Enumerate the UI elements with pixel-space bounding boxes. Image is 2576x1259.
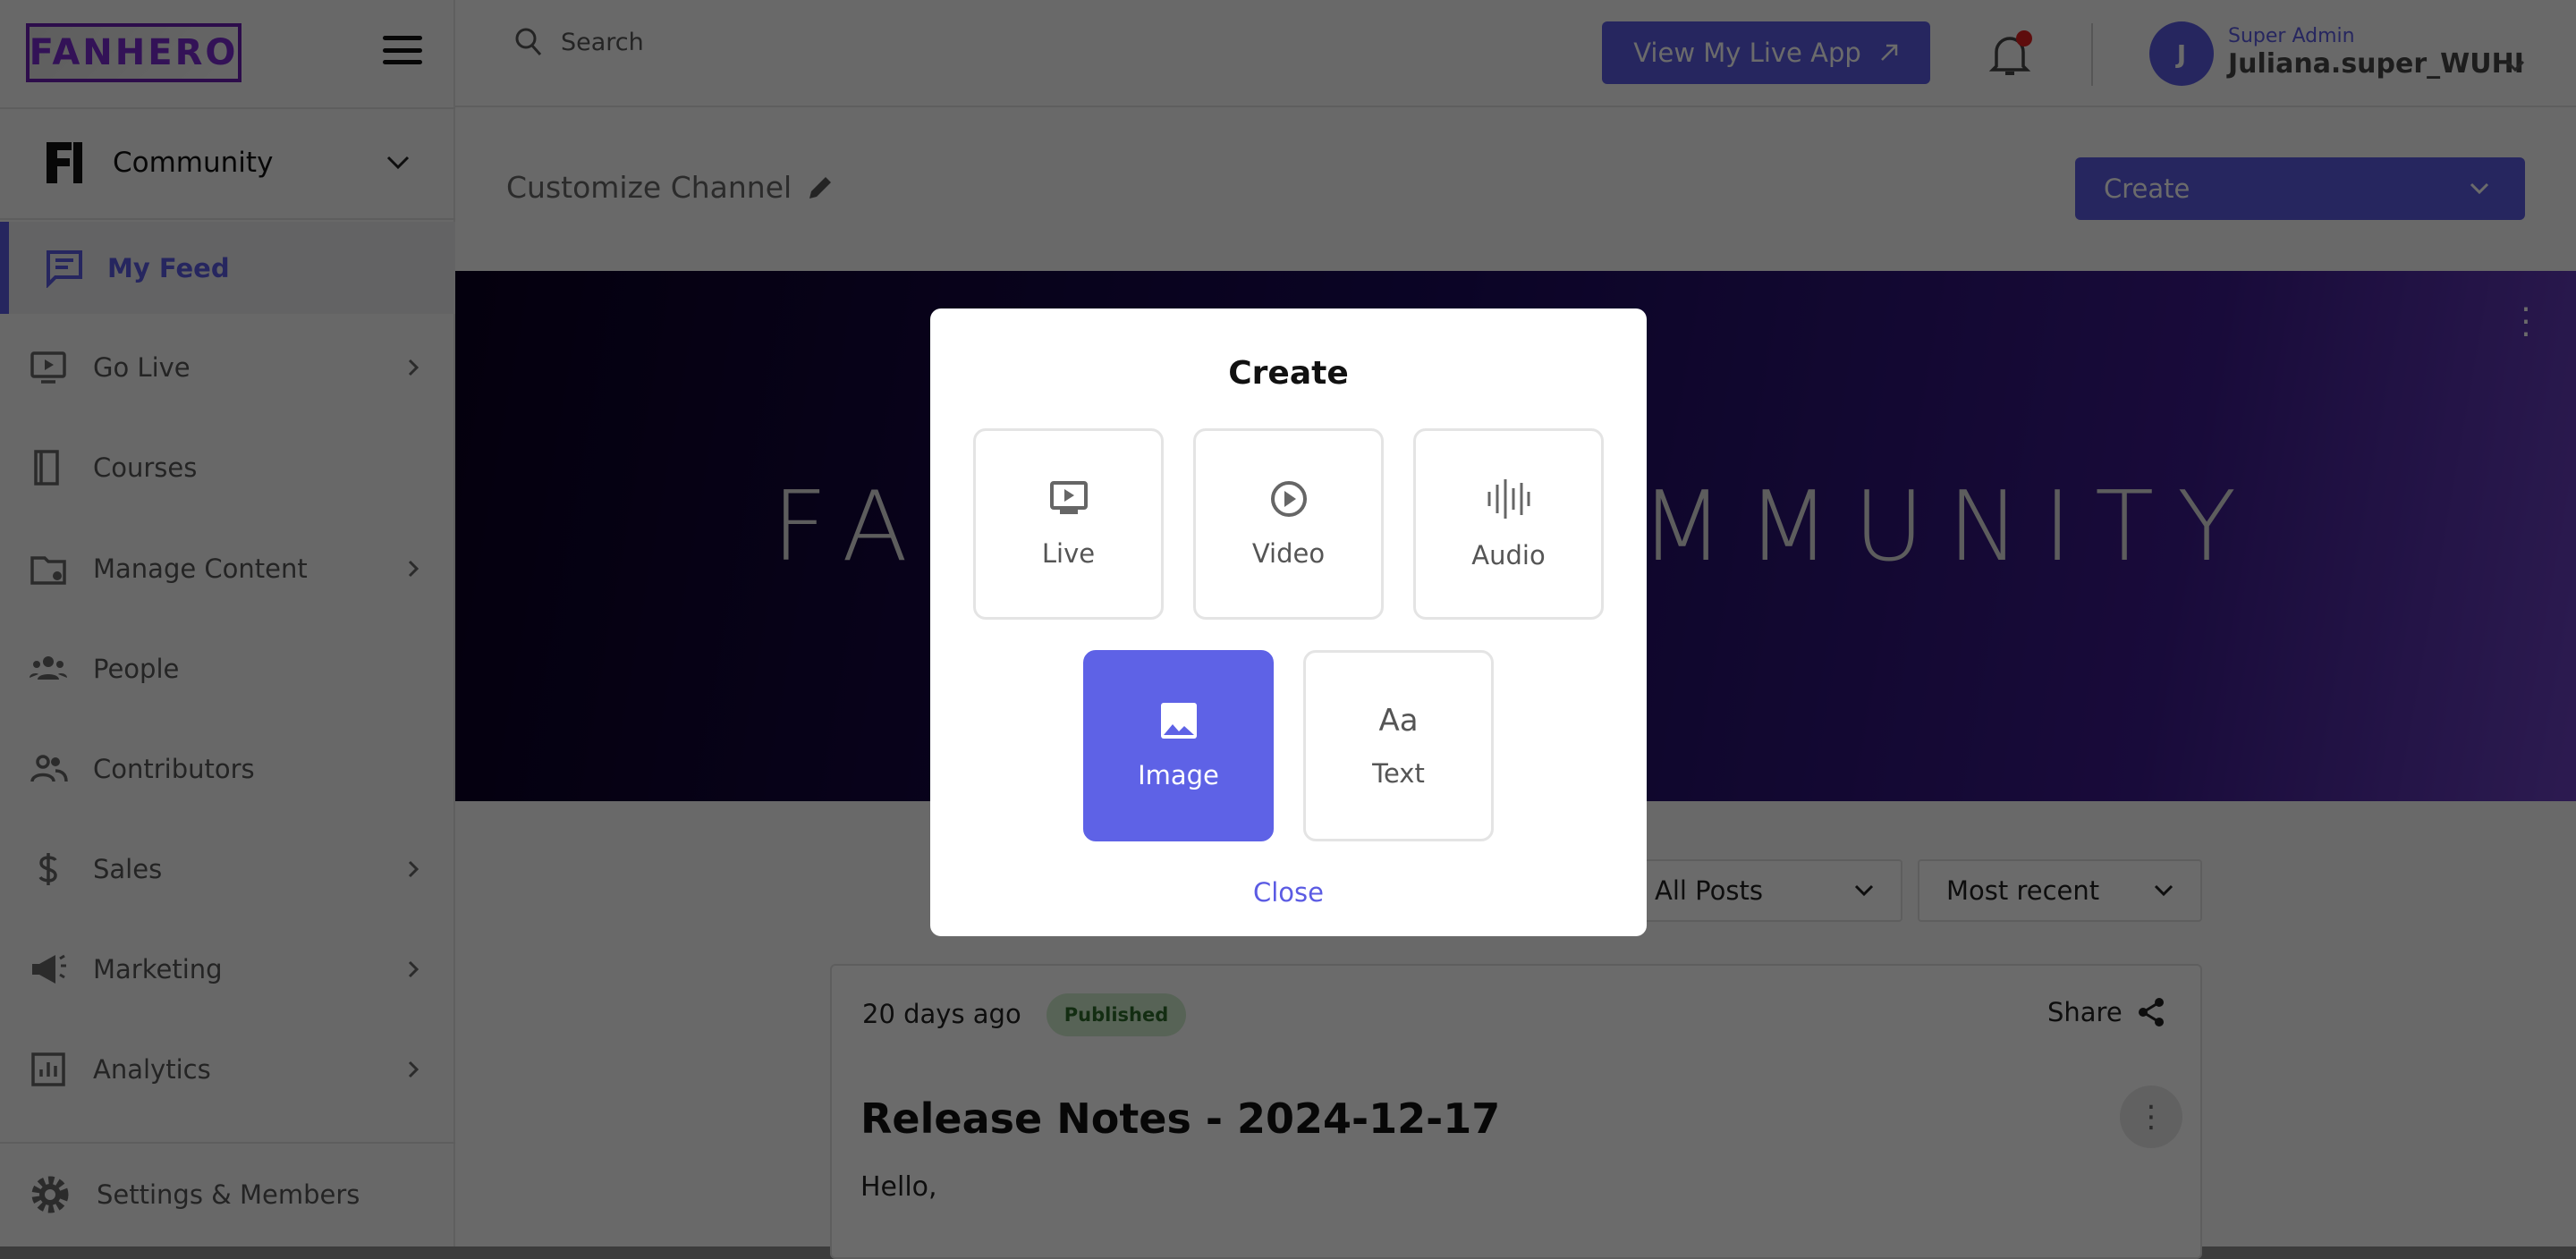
close-button[interactable]: Close [930, 877, 1647, 908]
fanhero-brand-icon [47, 142, 82, 183]
option-label: Live [1041, 538, 1096, 569]
customize-channel-label: Customize Channel [506, 170, 792, 205]
share-label: Share [2047, 997, 2123, 1027]
avatar-initial: J [2176, 38, 2187, 69]
divider [0, 218, 455, 220]
live-tv-icon [1049, 481, 1088, 514]
search-input[interactable]: Search [514, 27, 644, 57]
sidebar-item-label: Settings & Members [97, 1179, 360, 1210]
megaphone-icon [32, 954, 66, 984]
image-icon [1160, 703, 1197, 739]
sidebar-item-label: Go Live [93, 352, 191, 383]
avatar[interactable]: J [2149, 21, 2214, 86]
people-icon [30, 656, 67, 680]
sidebar-item-manage-content[interactable]: Manage Content [0, 524, 455, 613]
status-badge: Published [1046, 993, 1186, 1036]
sidebar-item-label: Contributors [93, 754, 255, 784]
option-label: Text [1372, 758, 1425, 789]
gear-icon [31, 1176, 69, 1213]
community-selector[interactable]: Community [0, 107, 455, 218]
logo-text: FANHERO [29, 32, 239, 73]
modal-title: Create [1228, 355, 1349, 392]
sidebar-item-sales[interactable]: Sales [0, 824, 455, 914]
book-icon [34, 450, 59, 486]
chevron-right-icon [408, 560, 419, 578]
post-body: Hello, [860, 1171, 937, 1203]
sidebar-item-label: People [93, 654, 180, 684]
audio-waveform-icon [1487, 479, 1530, 519]
filter-value: Most recent [1946, 875, 2100, 906]
dollar-icon [38, 853, 57, 885]
sidebar: FANHERO Community My Feed Go Live Courses… [0, 0, 455, 1246]
create-label: Create [2104, 173, 2190, 204]
play-circle-icon [1270, 481, 1307, 517]
contributors-icon [30, 755, 68, 782]
sidebar-item-people[interactable]: People [0, 624, 455, 714]
post-more-button[interactable]: ⋮ [2120, 1086, 2182, 1148]
sidebar-item-analytics[interactable]: Analytics [0, 1025, 455, 1114]
chevron-down-icon [2470, 182, 2489, 195]
create-audio-option[interactable]: Audio [1413, 428, 1604, 620]
sidebar-item-label: Manage Content [93, 553, 308, 584]
sidebar-item-label: Courses [93, 452, 198, 483]
share-icon [2138, 998, 2164, 1027]
pencil-icon [809, 176, 832, 199]
create-text-option[interactable]: Aa Text [1303, 650, 1494, 841]
chevron-right-icon [408, 960, 419, 978]
banner-more-icon[interactable]: · · · [2517, 294, 2535, 351]
user-name[interactable]: Juliana.super_WUHI [2228, 48, 2524, 80]
option-label: Audio [1471, 540, 1546, 570]
customize-channel-link[interactable]: Customize Channel [506, 170, 835, 205]
option-label: Video [1251, 538, 1326, 569]
sidebar-item-label: Analytics [93, 1054, 211, 1085]
post-age: 20 days ago [862, 999, 1021, 1029]
share-button[interactable]: Share [2047, 997, 2165, 1027]
divider [0, 1142, 455, 1144]
sidebar-item-label: My Feed [107, 252, 230, 283]
post-title: Release Notes - 2024-12-17 [860, 1094, 1501, 1143]
sidebar-item-marketing[interactable]: Marketing [0, 925, 455, 1014]
notification-bell-icon[interactable] [1987, 27, 2032, 80]
user-role: Super Admin [2228, 25, 2355, 47]
sidebar-item-label: Sales [93, 854, 163, 884]
create-modal: Create Live Video Audio Image Aa Text Cl… [930, 308, 1647, 936]
folder-gear-icon [30, 556, 66, 585]
sidebar-item-courses[interactable]: Courses [0, 423, 455, 512]
chevron-right-icon [408, 359, 419, 376]
create-dropdown-button[interactable]: Create [2075, 157, 2525, 220]
option-label: Image [1138, 760, 1219, 790]
create-image-option[interactable]: Image [1083, 650, 1274, 841]
chevron-down-icon[interactable] [2504, 59, 2526, 73]
post-type-filter[interactable]: All Posts [1626, 859, 1902, 922]
community-label: Community [113, 147, 274, 179]
notification-dot [2016, 30, 2032, 46]
chevron-down-icon [1854, 884, 1874, 897]
search-icon [515, 28, 542, 56]
search-placeholder: Search [561, 28, 644, 56]
sidebar-item-go-live[interactable]: Go Live [0, 323, 455, 412]
feed-icon [47, 249, 82, 288]
view-live-app-button[interactable]: View My Live App [1602, 21, 1930, 84]
sidebar-item-label: Marketing [93, 954, 223, 984]
chevron-right-icon [408, 860, 419, 878]
view-live-app-label: View My Live App [1633, 38, 1861, 68]
chevron-right-icon [408, 1060, 419, 1078]
external-link-icon [1880, 44, 1898, 61]
create-live-option[interactable]: Live [973, 428, 1164, 620]
text-aa-icon: Aa [1378, 703, 1419, 739]
sidebar-item-contributors[interactable]: Contributors [0, 724, 455, 814]
analytics-icon [31, 1052, 65, 1086]
create-video-option[interactable]: Video [1193, 428, 1384, 620]
menu-icon[interactable] [383, 36, 422, 64]
fanhero-logo[interactable]: FANHERO [26, 23, 242, 82]
chevron-down-icon [386, 156, 410, 170]
sidebar-item-settings[interactable]: Settings & Members [0, 1150, 455, 1239]
chevron-down-icon [2154, 884, 2174, 897]
sort-filter[interactable]: Most recent [1918, 859, 2202, 922]
filter-value: All Posts [1655, 875, 1763, 906]
sidebar-item-my-feed[interactable]: My Feed [0, 222, 455, 314]
live-tv-icon [30, 351, 66, 384]
divider [2091, 23, 2093, 86]
